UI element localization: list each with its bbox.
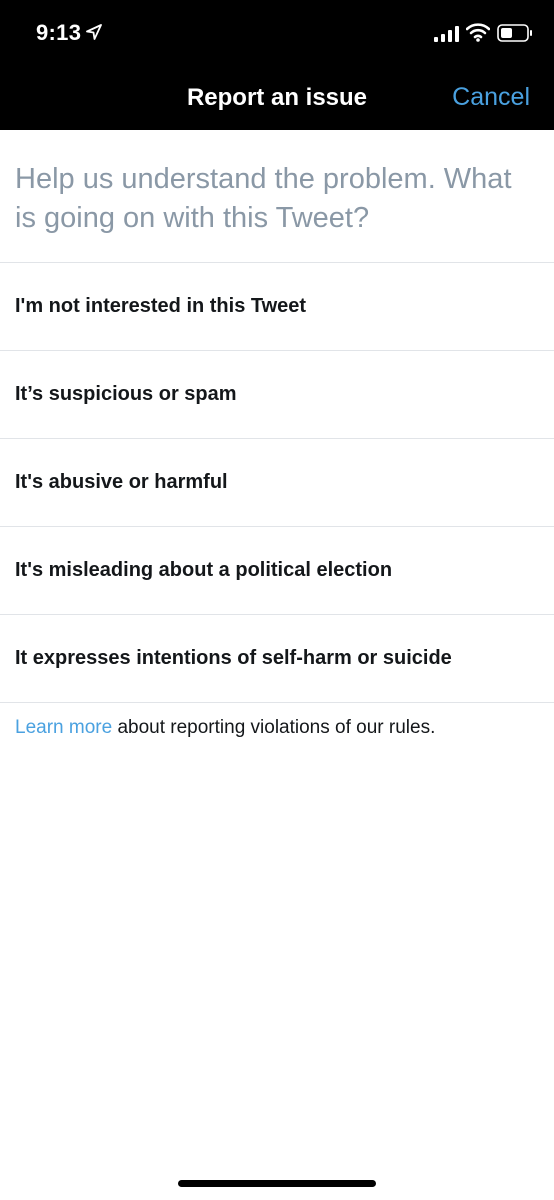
option-misleading-election[interactable]: It's misleading about a political electi… bbox=[0, 527, 554, 615]
report-options-list: I'm not interested in this Tweet It’s su… bbox=[0, 262, 554, 703]
report-prompt: Help us understand the problem. What is … bbox=[15, 163, 512, 234]
cellular-signal-icon bbox=[434, 26, 459, 42]
option-not-interested[interactable]: I'm not interested in this Tweet bbox=[0, 263, 554, 351]
learn-more-link[interactable]: Learn more bbox=[15, 717, 112, 738]
option-self-harm[interactable]: It expresses intentions of self-harm or … bbox=[0, 615, 554, 703]
footer-text: about reporting violations of our rules. bbox=[112, 717, 436, 738]
report-screen: 9:13 Report an issue Cancel Help us unde… bbox=[0, 0, 554, 1200]
home-indicator[interactable] bbox=[178, 1180, 376, 1187]
cancel-button[interactable]: Cancel bbox=[452, 83, 530, 112]
option-abusive-harmful[interactable]: It's abusive or harmful bbox=[0, 439, 554, 527]
wifi-icon bbox=[466, 23, 490, 42]
battery-icon bbox=[497, 24, 532, 42]
option-suspicious-spam[interactable]: It’s suspicious or spam bbox=[0, 351, 554, 439]
status-bar: 9:13 bbox=[0, 0, 554, 70]
location-arrow-icon bbox=[86, 24, 102, 40]
navigation-bar: Report an issue Cancel bbox=[0, 70, 554, 130]
footer-note: Learn more about reporting violations of… bbox=[15, 717, 435, 739]
status-time: 9:13 bbox=[36, 20, 82, 45]
